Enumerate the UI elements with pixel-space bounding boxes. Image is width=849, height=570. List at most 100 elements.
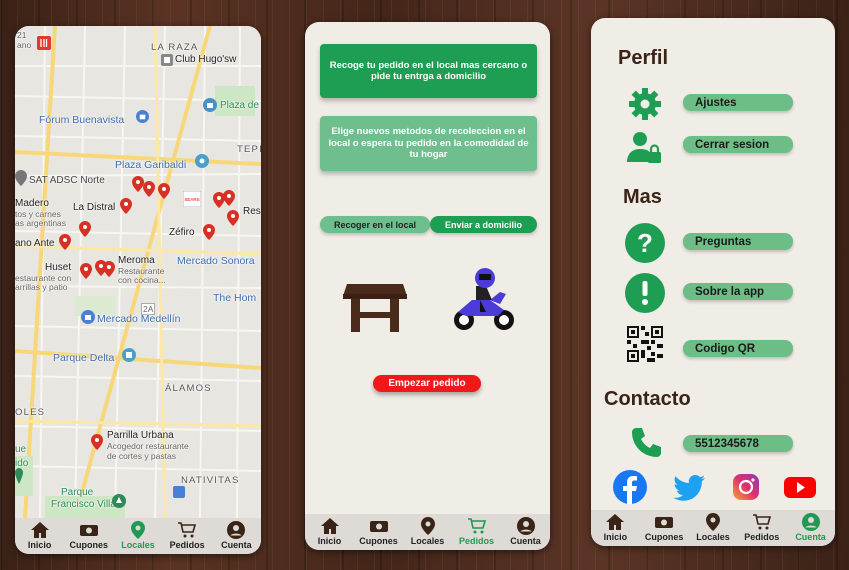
map-label-parque: Parque	[61, 487, 94, 498]
contact-title: Contacto	[604, 388, 691, 410]
gear-icon[interactable]	[627, 86, 663, 122]
restaurant-pin-icon[interactable]	[91, 434, 103, 450]
nav-label: Cupones	[69, 540, 109, 550]
nav-stores[interactable]: Locales	[691, 512, 735, 542]
nav-orders[interactable]: Pedidos	[165, 520, 209, 550]
restaurant-pin-icon[interactable]	[103, 261, 115, 277]
map-label: 21	[17, 30, 27, 40]
place-marker-icon	[173, 486, 185, 498]
cart-icon	[178, 522, 197, 538]
settings-button[interactable]: Ajustes	[683, 94, 793, 111]
nav-stores[interactable]: Locales	[406, 516, 450, 546]
twitter-icon[interactable]	[673, 470, 707, 504]
store-logo-icon[interactable]: SEARS	[183, 191, 201, 207]
bottom-nav: Inicio Cupones Locales Pedidos Cuenta	[591, 510, 835, 546]
map-label: de cortes y pastas	[107, 451, 176, 461]
nav-account[interactable]: Cuenta	[214, 520, 258, 550]
nav-label: Locales	[410, 536, 445, 546]
landmark-marker-icon	[203, 98, 217, 112]
nav-home[interactable]: Inicio	[18, 520, 62, 550]
nav-label: Cupones	[644, 532, 684, 542]
about-app-button[interactable]: Sobre la app	[683, 283, 793, 300]
user-circle-icon	[227, 521, 246, 539]
map-label-ante: ano Ante	[15, 238, 55, 249]
location-pin-icon	[420, 517, 435, 535]
user-circle-icon	[516, 517, 535, 535]
restaurant-pin-icon[interactable]	[79, 221, 91, 237]
nav-label: Inicio	[317, 536, 342, 546]
start-order-button[interactable]: Empezar pedido	[373, 375, 481, 392]
more-title: Mas	[623, 186, 662, 208]
nav-account[interactable]: Cuenta	[789, 512, 833, 542]
phone-icon[interactable]	[629, 426, 663, 460]
nav-stores[interactable]: Locales	[116, 520, 160, 550]
facebook-icon[interactable]	[613, 470, 647, 504]
table-icon[interactable]	[343, 280, 407, 334]
nav-account[interactable]: Cuenta	[504, 516, 548, 546]
nav-coupons[interactable]: Cupones	[642, 512, 686, 542]
order-screen: Recoge tu pedido en el local mas cercano…	[305, 22, 550, 550]
home-icon	[30, 522, 49, 538]
logout-button[interactable]: Cerrar sesion	[683, 136, 793, 153]
park-marker-icon	[122, 348, 136, 362]
camera-marker-icon	[195, 154, 209, 168]
youtube-icon[interactable]	[783, 470, 817, 504]
map-label-la-raza: LA RAZA	[151, 42, 199, 53]
nav-coupons[interactable]: Cupones	[357, 516, 401, 546]
nav-label: Cuenta	[795, 532, 826, 542]
pickup-option-button[interactable]: Recoger en el local	[320, 216, 430, 233]
exclamation-circle-icon[interactable]	[625, 273, 665, 313]
nav-coupons[interactable]: Cupones	[67, 520, 111, 550]
money-icon	[79, 525, 98, 536]
map-label: ue	[15, 444, 27, 455]
nav-orders[interactable]: Pedidos	[455, 516, 499, 546]
map-label-mercado-medellin: Mercado Medellín	[97, 313, 181, 325]
map-label: arrillas y patio	[15, 282, 68, 292]
cart-icon	[467, 518, 486, 534]
restaurant-pin-icon[interactable]	[203, 224, 215, 240]
map-label-garibaldi: Plaza Garibaldi	[115, 159, 187, 171]
question-circle-icon[interactable]: ?	[625, 223, 665, 263]
restaurant-pin-icon[interactable]	[59, 234, 71, 250]
map-label-oles: OLES	[15, 407, 46, 418]
map-label-zefiro: Zéfiro	[169, 227, 195, 238]
restaurant-pin-icon[interactable]	[80, 263, 92, 279]
restaurant-pin-icon[interactable]	[227, 210, 239, 226]
map-label-huset: Huset	[45, 262, 72, 273]
info-card-methods: Elige nuevos metodos de recoleccion en e…	[320, 116, 537, 171]
nav-home[interactable]: Inicio	[593, 512, 637, 542]
map-label-club: Club Hugo'sw	[175, 54, 237, 65]
map-view[interactable]: 21 ano LA RAZA Club Hugo'sw Plaza de Fór…	[15, 26, 261, 518]
nav-orders[interactable]: Pedidos	[740, 512, 784, 542]
map-label: Acogedor restaurante	[107, 441, 189, 451]
map-label-distral: La Distral	[73, 202, 116, 213]
map-label-meroma: Meroma	[118, 255, 155, 266]
questions-button[interactable]: Preguntas	[683, 233, 793, 250]
delivery-option-button[interactable]: Enviar a domicilio	[430, 216, 537, 233]
restaurant-marker-icon[interactable]	[37, 36, 51, 50]
restaurant-pin-icon[interactable]	[143, 181, 155, 197]
nav-label: Inicio	[603, 532, 628, 542]
nav-home[interactable]: Inicio	[308, 516, 352, 546]
restaurant-pin-icon[interactable]	[223, 190, 235, 206]
motorcycle-delivery-icon[interactable]	[452, 268, 516, 334]
qr-code-button[interactable]: Codigo QR	[683, 340, 793, 357]
store-logo-text: SEARS	[184, 197, 199, 202]
svg-text:?: ?	[637, 228, 653, 258]
qr-code-icon[interactable]	[627, 326, 663, 362]
map-label-francisco: Francisco Villa	[51, 499, 116, 510]
map-label: as argentinas	[15, 218, 67, 228]
money-icon	[655, 517, 674, 528]
instagram-icon[interactable]	[729, 470, 763, 504]
park-marker-icon	[112, 494, 126, 508]
profile-title: Perfil	[618, 47, 669, 69]
restaurant-pin-icon[interactable]	[120, 198, 132, 214]
phone-number-button[interactable]: 5512345678	[683, 435, 793, 452]
restaurant-pin-icon[interactable]	[158, 183, 170, 199]
office-marker-icon	[15, 170, 27, 186]
nav-label: Pedidos	[169, 540, 205, 550]
user-lock-icon[interactable]	[627, 130, 663, 166]
map-label-madero: Madero	[15, 198, 49, 209]
cart-icon	[752, 514, 771, 530]
nav-label: Cuenta	[221, 540, 252, 550]
